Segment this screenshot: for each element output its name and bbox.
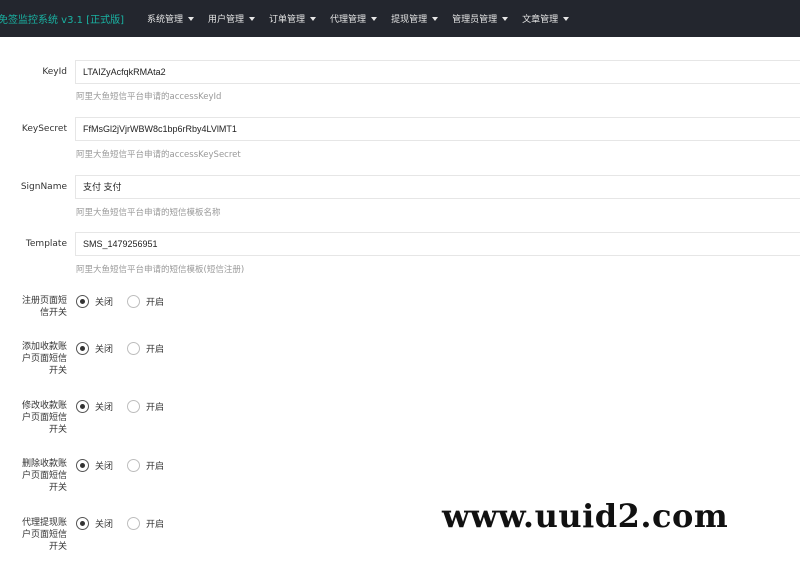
switch-label: 删除收款账 户页面短信 开关 (0, 458, 67, 494)
radio-checked-icon (76, 342, 89, 355)
radio-checked-icon (76, 459, 89, 472)
nav-label: 代理管理 (330, 15, 367, 25)
nav-agents[interactable]: 代理管理 (330, 0, 378, 37)
switch-label: 添加收款账 户页面短信 开关 (0, 341, 67, 377)
label-line: 户页面短信 (21, 413, 67, 423)
watermark-text: www.uuid2.com (442, 497, 729, 535)
radio-unchecked-icon (127, 400, 141, 413)
radio-label: 开启 (146, 298, 165, 308)
radio-off[interactable]: 关闭 (76, 517, 113, 530)
radio-group: 关闭 开启 (76, 295, 178, 308)
radio-group: 关闭 开启 (76, 400, 178, 413)
radio-label: 关闭 (95, 520, 114, 530)
nav-admins[interactable]: 管理员管理 (452, 0, 509, 37)
radio-checked-icon (76, 400, 89, 413)
nav-orders[interactable]: 订单管理 (269, 0, 317, 37)
field-hint: 阿里大鱼短信平台申请的短信模板(短信注册) (76, 265, 245, 275)
signname-input[interactable]: 支付 支付 (75, 175, 800, 199)
radio-checked-icon (76, 517, 89, 530)
label-line: 开关 (48, 483, 67, 493)
radio-label: 开启 (146, 345, 165, 355)
keyid-input[interactable]: LTAIZyAcfqkRMAta2 (75, 60, 800, 84)
radio-group: 关闭 开启 (76, 342, 178, 355)
switch-label: 修改收款账 户页面短信 开关 (0, 400, 67, 436)
radio-unchecked-icon (127, 342, 141, 355)
field-label: SignName (20, 182, 67, 192)
caret-down-icon (310, 16, 317, 21)
nav-label: 订单管理 (269, 15, 306, 25)
field-hint: 阿里大鱼短信平台申请的accessKeySecret (76, 150, 241, 160)
switch-label: 注册页面短 信开关 (0, 295, 67, 319)
keysecret-input[interactable]: FfMsGl2jVjrWBW8c1bp6rRby4LVlMT1 (75, 117, 800, 141)
radio-on[interactable]: 开启 (127, 342, 164, 355)
nav-label: 文章管理 (522, 15, 559, 25)
main-nav: 系统管理 用户管理 订单管理 代理管理 提现管理 管理员管理 文章管理 (134, 0, 570, 37)
caret-down-icon (502, 16, 509, 21)
field-label: Template (25, 239, 67, 249)
label-line: 户页面短信 (21, 354, 67, 364)
radio-off[interactable]: 关闭 (76, 295, 113, 308)
label-line: 信开关 (39, 308, 67, 318)
caret-down-icon (563, 16, 570, 21)
caret-down-icon (432, 16, 439, 21)
nav-label: 用户管理 (208, 15, 245, 25)
nav-system[interactable]: 系统管理 (147, 0, 195, 37)
field-label: KeySecret (21, 124, 67, 134)
nav-articles[interactable]: 文章管理 (522, 0, 570, 37)
radio-group: 关闭 开启 (76, 517, 178, 530)
radio-off[interactable]: 关闭 (76, 342, 113, 355)
field-hint: 阿里大鱼短信平台申请的accessKeyId (76, 92, 222, 102)
radio-unchecked-icon (127, 295, 141, 308)
radio-label: 开启 (146, 520, 165, 530)
label-line: 删除收款账 (21, 459, 67, 469)
radio-on[interactable]: 开启 (127, 400, 164, 413)
label-line: 注册页面短 (21, 296, 67, 306)
nav-withdrawals[interactable]: 提现管理 (391, 0, 439, 37)
radio-label: 开启 (146, 403, 165, 413)
caret-down-icon (371, 16, 378, 21)
nav-users[interactable]: 用户管理 (208, 0, 256, 37)
field-hint: 阿里大鱼短信平台申请的短信模板名称 (76, 208, 221, 218)
label-line: 代理提现账 (21, 518, 67, 528)
field-label: KeyId (42, 67, 67, 77)
caret-down-icon (188, 16, 195, 21)
nav-label: 系统管理 (147, 15, 184, 25)
label-line: 开关 (48, 366, 67, 376)
app-brand[interactable]: 免签监控系统 v3.1 [正式版] (0, 11, 134, 26)
radio-group: 关闭 开启 (76, 459, 178, 472)
radio-label: 关闭 (95, 403, 114, 413)
label-line: 修改收款账 (21, 401, 67, 411)
label-line: 户页面短信 (21, 530, 67, 540)
radio-unchecked-icon (127, 459, 141, 472)
label-line: 户页面短信 (21, 471, 67, 481)
radio-off[interactable]: 关闭 (76, 459, 113, 472)
radio-label: 开启 (146, 462, 165, 472)
label-line: 添加收款账 (21, 342, 67, 352)
template-input[interactable]: SMS_1479256951 (75, 232, 800, 256)
nav-label: 提现管理 (391, 15, 428, 25)
radio-off[interactable]: 关闭 (76, 400, 113, 413)
switch-label: 代理提现账 户页面短信 开关 (0, 517, 67, 553)
radio-label: 关闭 (95, 345, 114, 355)
radio-on[interactable]: 开启 (127, 295, 164, 308)
radio-checked-icon (76, 295, 89, 308)
top-navbar: 免签监控系统 v3.1 [正式版] 系统管理 用户管理 订单管理 代理管理 提现… (0, 0, 800, 37)
radio-on[interactable]: 开启 (127, 517, 164, 530)
label-line: 开关 (48, 542, 67, 552)
label-line: 开关 (48, 425, 67, 435)
radio-on[interactable]: 开启 (127, 459, 164, 472)
radio-label: 关闭 (95, 298, 114, 308)
radio-unchecked-icon (127, 517, 141, 530)
nav-label: 管理员管理 (452, 15, 498, 25)
radio-label: 关闭 (95, 462, 114, 472)
caret-down-icon (249, 16, 256, 21)
